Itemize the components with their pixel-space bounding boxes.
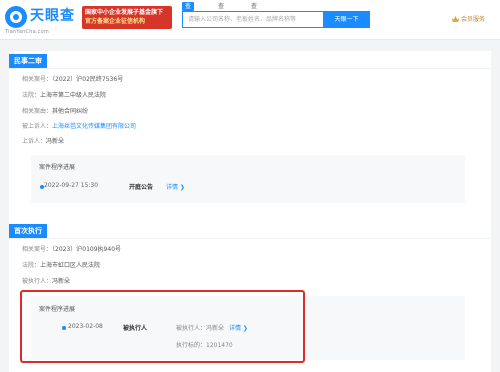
process-detail-link[interactable]: 详情 ❯ xyxy=(166,182,185,191)
field-key: 相关案号： xyxy=(22,76,53,83)
field-key: 上诉人： xyxy=(22,138,47,145)
field-key: 法院： xyxy=(22,262,41,269)
field-key: 相关案号： xyxy=(22,246,53,253)
field-value: 上海市虹口区人民法院 xyxy=(40,262,101,269)
site-logo-text[interactable]: 天眼查 xyxy=(30,5,75,25)
process-row: 2022-09-27 15:30 xyxy=(44,182,98,189)
vip-service-link[interactable]: 会员服务 xyxy=(452,14,485,23)
field-value: （2022）沪02民终7536号 xyxy=(52,76,124,83)
case1-cause: 相关案由：其他合同纠纷 xyxy=(22,107,88,117)
promo-line-2: 官方备案企业征信机构 xyxy=(85,18,146,25)
vip-label: 会员服务 xyxy=(461,16,486,23)
promo-line-1: 国家中小企业发展子基金旗下 xyxy=(85,9,164,16)
field-value: 其他合同纠纷 xyxy=(52,108,89,115)
tab-boss[interactable]: 查老板 xyxy=(215,2,227,28)
case2-executed-person: 被执行人：冯新朵 xyxy=(22,277,70,287)
tab-relation[interactable]: 查关系 xyxy=(248,2,260,28)
field-value: 上海市第二中级人民法院 xyxy=(40,92,107,99)
search-button[interactable]: 天眼一下 xyxy=(323,11,370,28)
case1-appellee: 被上诉人：上海丝芭文化传媒集团有限公司 xyxy=(22,122,136,132)
case-tag-first-execution: 首次执行 xyxy=(9,224,47,238)
case2-court: 法院：上海市虹口区人民法院 xyxy=(22,261,100,271)
detail-link[interactable]: 详情 ❯ xyxy=(166,184,185,191)
field-value: （2023）沪0109执940号 xyxy=(52,246,122,253)
field-key: 被执行人： xyxy=(22,278,53,285)
crown-icon xyxy=(452,16,459,22)
field-value: 冯新朵 xyxy=(52,278,71,285)
process-stage-label: 开庭公告 xyxy=(129,184,154,191)
promo-banner[interactable]: 国家中小企业发展子基金旗下 官方备案企业征信机构 xyxy=(82,6,172,29)
red-highlight-box xyxy=(20,290,305,363)
process-title: 案件程序进展 xyxy=(39,164,76,171)
case2-case-number: 相关案号：（2023）沪0109执940号 xyxy=(22,245,121,255)
site-domain: TianYanCha.com xyxy=(5,29,49,35)
divider xyxy=(9,238,491,239)
search-input[interactable] xyxy=(183,12,323,27)
field-key: 被上诉人： xyxy=(22,123,53,130)
divider xyxy=(9,68,491,69)
field-value: 冯新朵 xyxy=(46,138,65,145)
logo-eye-icon[interactable] xyxy=(5,6,27,28)
case1-process-box: 案件程序进展 2022-09-27 15:30 开庭公告 详情 ❯ xyxy=(31,155,465,203)
case1-appellant: 上诉人：冯新朵 xyxy=(22,137,64,147)
process-stage: 开庭公告 xyxy=(129,182,153,191)
top-header: 天眼查 TianYanCha.com 国家中小企业发展子基金旗下 官方备案企业征… xyxy=(0,0,500,40)
case1-case-number: 相关案号：（2022）沪02民终7536号 xyxy=(22,75,123,85)
process-date: 2022-09-27 15:30 xyxy=(44,182,99,189)
field-key: 法院： xyxy=(22,92,41,99)
case1-court: 法院：上海市第二中级人民法院 xyxy=(22,91,106,101)
field-key: 相关案由： xyxy=(22,108,53,115)
appellee-company-link[interactable]: 上海丝芭文化传媒集团有限公司 xyxy=(52,123,136,130)
tab-company[interactable]: 查公司 xyxy=(182,2,195,28)
search-box: 天眼一下 xyxy=(182,11,370,28)
case-tag-civil-second-instance: 民事二审 xyxy=(9,54,47,68)
